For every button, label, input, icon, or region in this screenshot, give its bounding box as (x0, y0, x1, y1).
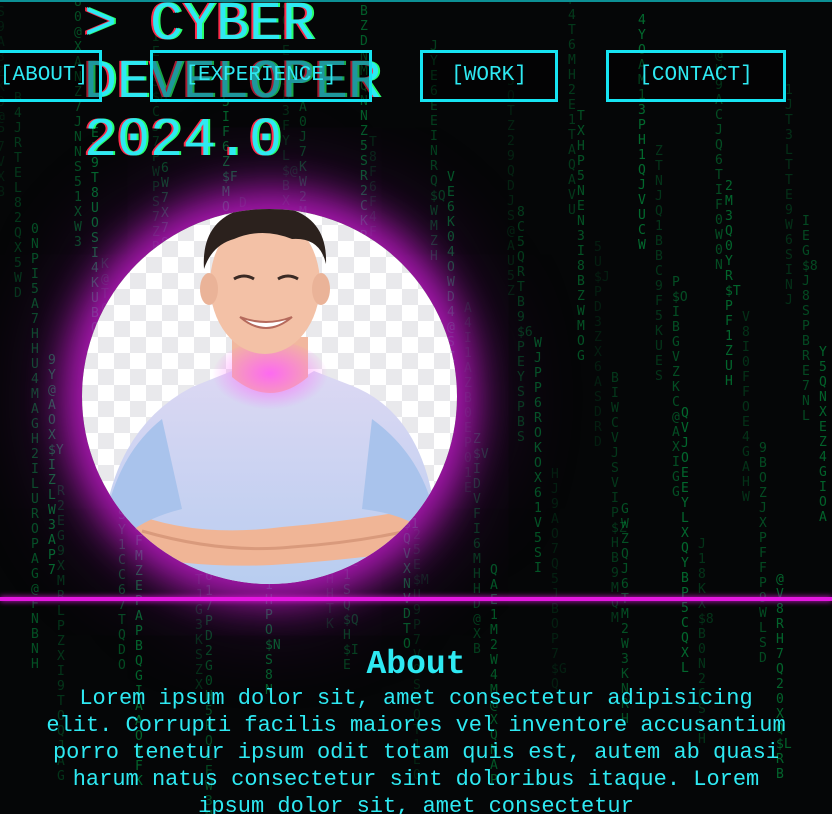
matrix-column: 8C5QRTB9$6PEYSPBS (517, 205, 533, 445)
matrix-column: 5U$JPD3ZX6ASDRD (594, 240, 610, 450)
nav-work-button[interactable]: [WORK] (420, 50, 558, 102)
matrix-column: WJPP6ROKOX61V5SI (534, 336, 542, 576)
about-section: About Lorem ipsum dolor sit, amet consec… (0, 601, 832, 814)
matrix-column: IEG$8J8SPBRE7NL (802, 214, 818, 424)
matrix-column: B4JRTEL82QX5WD (14, 91, 22, 301)
matrix-column: 1JT3LTTE9W6SINJ (785, 83, 793, 308)
matrix-column: 4YOAM13PH1QJVUCW (638, 13, 646, 253)
matrix-column: V8I0FFOE4GAHW (742, 310, 750, 505)
avatar (82, 209, 457, 584)
hero-title-line-3: 2024.0 (84, 109, 283, 172)
matrix-column: 2M3Q0YR$TPF1ZUH (725, 179, 741, 389)
hero-title-line-1: > CYBER (84, 0, 316, 56)
matrix-column: Y5QNXEZ4GIOA (819, 345, 827, 525)
about-paragraph: Lorem ipsum dolor sit, amet consectetur … (46, 686, 786, 814)
nav-about-button[interactable]: [ABOUT] (0, 50, 102, 102)
nav-contact-button[interactable]: [CONTACT] (606, 50, 786, 102)
about-heading: About (366, 646, 466, 683)
nav-experience-button[interactable]: [EXPERIENCE] (150, 50, 372, 102)
matrix-column: TXHP5NEN3I8BZWMOG (577, 109, 585, 364)
matrix-column: ZTNJQ1BBC9F5KUES (655, 144, 663, 384)
avatar-portrait (82, 209, 457, 584)
